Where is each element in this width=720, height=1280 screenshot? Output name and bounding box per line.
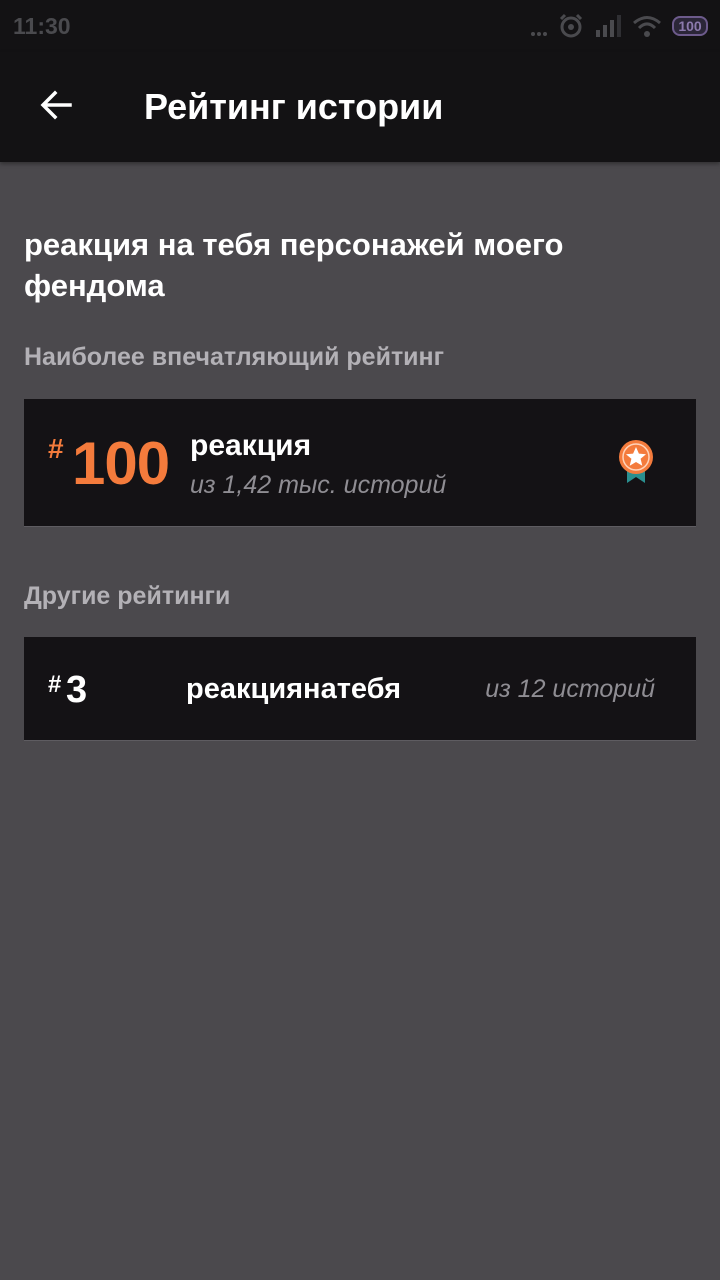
alarm-icon <box>559 13 583 38</box>
medal-star-icon <box>619 440 653 483</box>
back-button[interactable] <box>28 77 84 133</box>
signal-icon <box>596 15 621 37</box>
rank-subtitle: из 12 историй <box>485 675 655 703</box>
story-title: реакция на тебя персонажей моего фендома <box>24 227 564 303</box>
other-rankings-label: Другие рейтинги <box>24 582 231 610</box>
status-time: 11:30 <box>13 13 71 39</box>
more-dots-icon <box>531 32 547 36</box>
rank-tag: реакциянатебя <box>186 673 402 705</box>
page-title: Рейтинг истории <box>144 86 444 127</box>
rank-tag: реакция <box>190 429 312 462</box>
rank-number: 3 <box>66 669 88 711</box>
rank-subtitle: из 1,42 тыс. историй <box>190 471 447 499</box>
rank-number: 100 <box>72 430 170 497</box>
arrow-left-icon <box>40 90 72 120</box>
battery-icon: 100 <box>672 16 708 36</box>
rank-hash: # <box>48 671 62 698</box>
wifi-icon <box>633 16 661 37</box>
top-ranking-label: Наиболее впечатляющий рейтинг <box>24 343 445 371</box>
rank-hash: # <box>48 433 64 464</box>
status-bar: 11:30 100 <box>0 0 720 52</box>
app-bar: Рейтинг истории <box>0 52 720 162</box>
other-ranking-card[interactable]: # 3 реакциянатебя из 12 историй <box>24 637 696 741</box>
status-icons: 100 <box>530 12 708 40</box>
top-ranking-card[interactable]: # 100 реакция из 1,42 тыс. историй <box>24 399 696 527</box>
